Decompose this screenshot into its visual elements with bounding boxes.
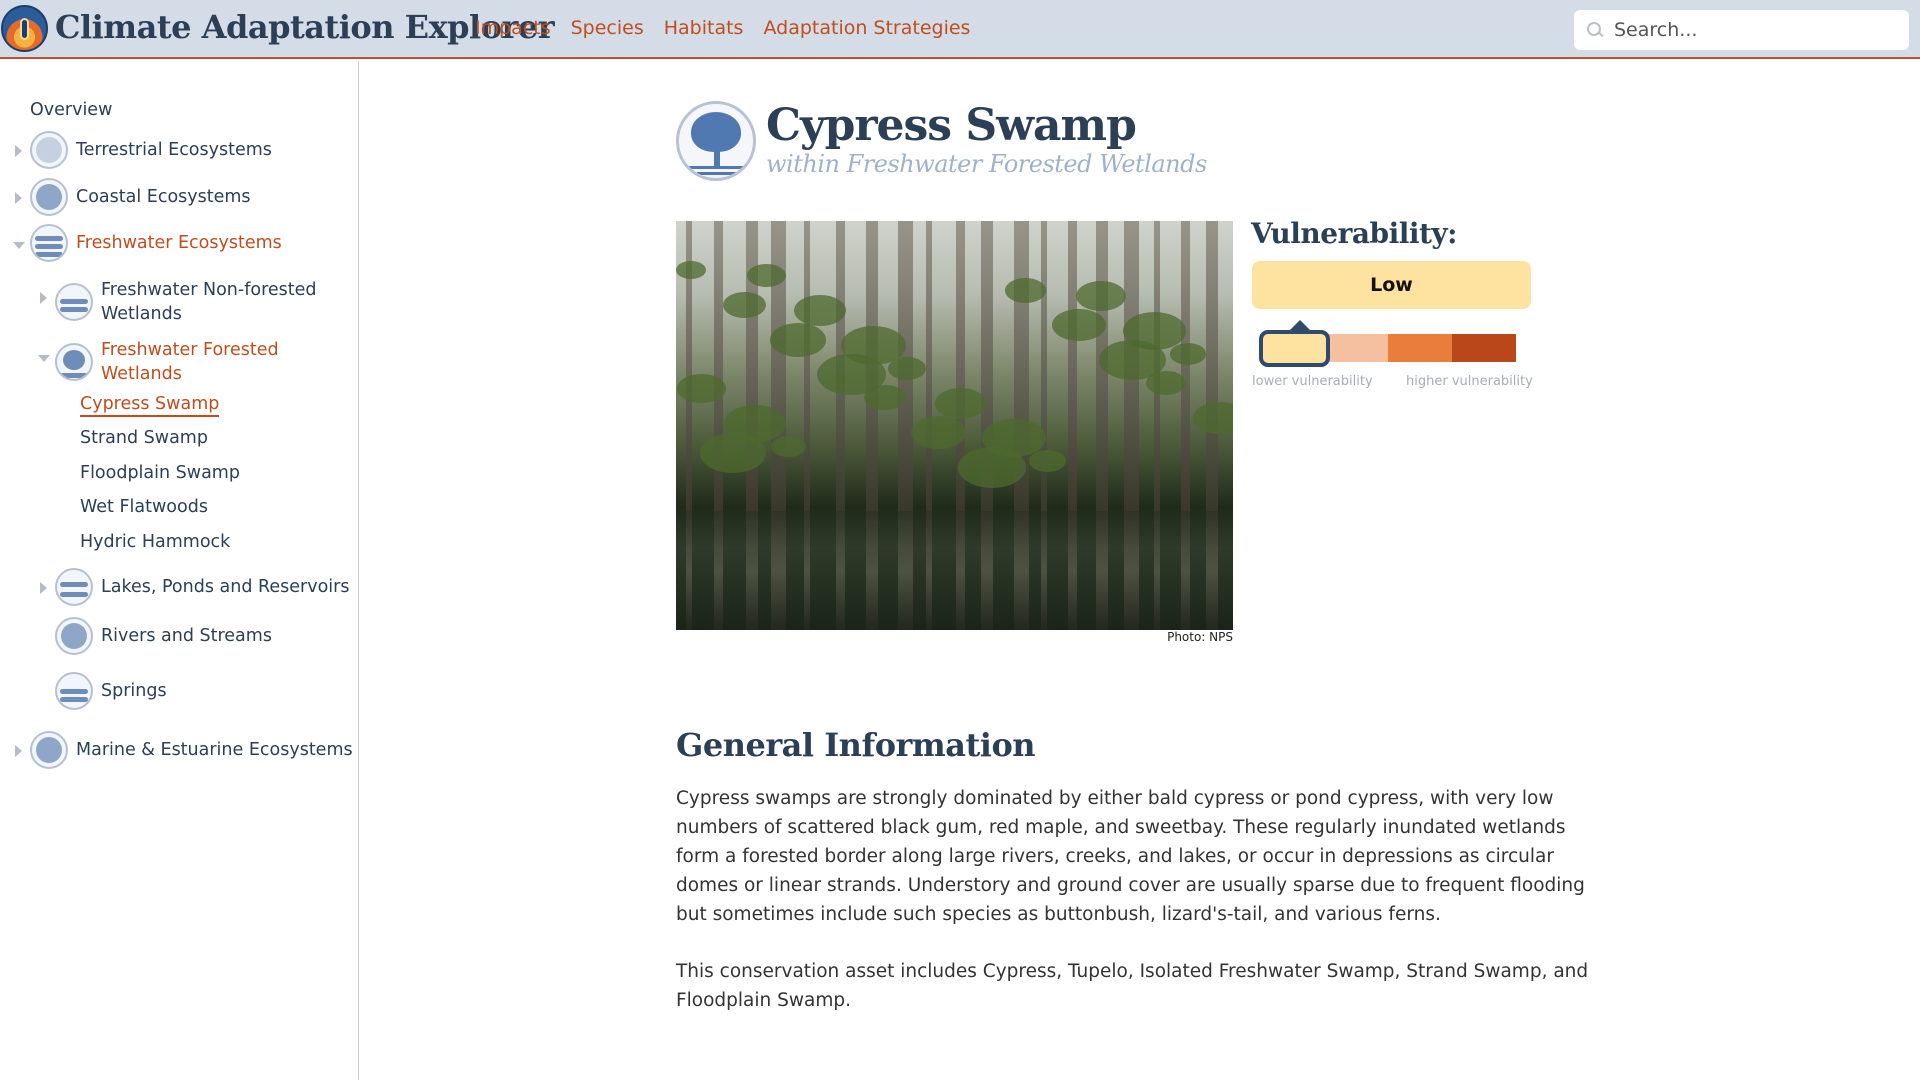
sidebar-item-rivers[interactable]: Rivers and Streams bbox=[55, 617, 272, 655]
search-icon bbox=[1586, 21, 1604, 39]
nav-adaptation-strategies[interactable]: Adaptation Strategies bbox=[763, 17, 970, 39]
expand-non-forested-icon[interactable] bbox=[40, 292, 47, 304]
page-title: Cypress Swamp bbox=[766, 100, 1137, 151]
main-nav: Impacts Species Habitats Adaptation Stra… bbox=[475, 17, 970, 39]
nav-habitats[interactable]: Habitats bbox=[664, 17, 744, 39]
sidebar-item-marine[interactable]: Marine & Estuarine Ecosystems bbox=[30, 731, 353, 769]
sidebar-item-label: Lakes, Ponds and Reservoirs bbox=[101, 577, 350, 597]
expand-marine-icon[interactable] bbox=[15, 745, 22, 757]
vulnerability-marker bbox=[1259, 320, 1330, 367]
river-icon bbox=[55, 617, 93, 655]
page-subtitle: within Freshwater Forested Wetlands bbox=[766, 150, 1207, 178]
sidebar-item-lakes[interactable]: Lakes, Ponds and Reservoirs bbox=[55, 568, 349, 606]
palm-tree-icon bbox=[30, 731, 68, 769]
sidebar-item-terrestrial[interactable]: Terrestrial Ecosystems bbox=[30, 131, 272, 169]
sidebar-item-springs[interactable]: Springs bbox=[55, 672, 167, 710]
habitat-photo bbox=[676, 221, 1233, 630]
photo-credit: Photo: NPS bbox=[1167, 630, 1233, 644]
collapse-forested-icon[interactable] bbox=[38, 355, 50, 362]
sidebar-link-hydric-hammock[interactable]: Hydric Hammock bbox=[80, 532, 230, 552]
scale-low-label: lower vulnerability bbox=[1252, 374, 1373, 389]
sidebar-item-forested-wetlands[interactable]: Freshwater Forested Wetlands bbox=[55, 338, 345, 386]
cypress-tree-icon bbox=[676, 101, 756, 181]
sidebar-item-overview[interactable]: Overview bbox=[30, 100, 112, 120]
search-box[interactable] bbox=[1574, 10, 1909, 50]
coastline-icon bbox=[30, 178, 68, 216]
marsh-icon bbox=[55, 283, 93, 321]
search-input[interactable] bbox=[1614, 19, 1894, 41]
nav-species[interactable]: Species bbox=[571, 17, 644, 39]
sidebar-item-label: Terrestrial Ecosystems bbox=[76, 140, 272, 160]
sidebar-item-label: Rivers and Streams bbox=[101, 626, 272, 646]
scale-segment bbox=[1324, 334, 1388, 362]
general-description: Cypress swamps are strongly dominated by… bbox=[676, 788, 1585, 925]
sidebar-item-label: Marine & Estuarine Ecosystems bbox=[76, 740, 353, 760]
scale-high-label: higher vulnerability bbox=[1406, 374, 1533, 389]
general-information-heading: General Information bbox=[676, 726, 1036, 764]
app-logo-icon[interactable] bbox=[1, 5, 48, 52]
sidebar-item-label: Freshwater Forested Wetlands bbox=[101, 340, 279, 384]
conservation-asset-note: This conservation asset includes Cypress… bbox=[676, 961, 1589, 1011]
expand-lakes-icon[interactable] bbox=[40, 582, 47, 594]
sidebar-item-coastal[interactable]: Coastal Ecosystems bbox=[30, 178, 251, 216]
nav-impacts[interactable]: Impacts bbox=[475, 17, 551, 39]
sidebar-link-floodplain-swamp[interactable]: Floodplain Swamp bbox=[80, 463, 240, 483]
sidebar-link-wet-flatwoods[interactable]: Wet Flatwoods bbox=[80, 497, 208, 517]
vulnerability-level-badge: Low bbox=[1252, 261, 1531, 309]
scale-segment bbox=[1452, 334, 1516, 362]
sidebar-item-label: Coastal Ecosystems bbox=[76, 187, 251, 207]
sidebar-link-cypress-swamp[interactable]: Cypress Swamp bbox=[80, 394, 220, 417]
top-bar: Climate Adaptation Explorer Impacts Spec… bbox=[0, 0, 1920, 59]
scale-segment bbox=[1388, 334, 1452, 362]
expand-coastal-icon[interactable] bbox=[15, 192, 22, 204]
sidebar-item-label: Overview bbox=[30, 100, 113, 120]
vulnerability-heading: Vulnerability: bbox=[1251, 217, 1458, 250]
lake-icon bbox=[55, 568, 93, 606]
collapse-freshwater-icon[interactable] bbox=[13, 242, 25, 249]
sidebar-item-label: Freshwater Non-forested Wetlands bbox=[101, 280, 317, 324]
spring-icon bbox=[55, 672, 93, 710]
sidebar-item-non-forested-wetlands[interactable]: Freshwater Non-forested Wetlands bbox=[55, 278, 345, 326]
sidebar-link-strand-swamp[interactable]: Strand Swamp bbox=[80, 428, 208, 448]
sidebar-item-freshwater[interactable]: Freshwater Ecosystems bbox=[30, 224, 282, 262]
sidebar-item-label: Freshwater Ecosystems bbox=[76, 233, 282, 253]
expand-terrestrial-icon[interactable] bbox=[15, 145, 22, 157]
tree-icon bbox=[30, 131, 68, 169]
cypress-tree-icon bbox=[55, 343, 93, 381]
sidebar-item-label: Springs bbox=[101, 681, 167, 701]
sidebar: Overview Terrestrial Ecosystems Coastal … bbox=[0, 61, 359, 1080]
water-waves-icon bbox=[30, 224, 68, 262]
